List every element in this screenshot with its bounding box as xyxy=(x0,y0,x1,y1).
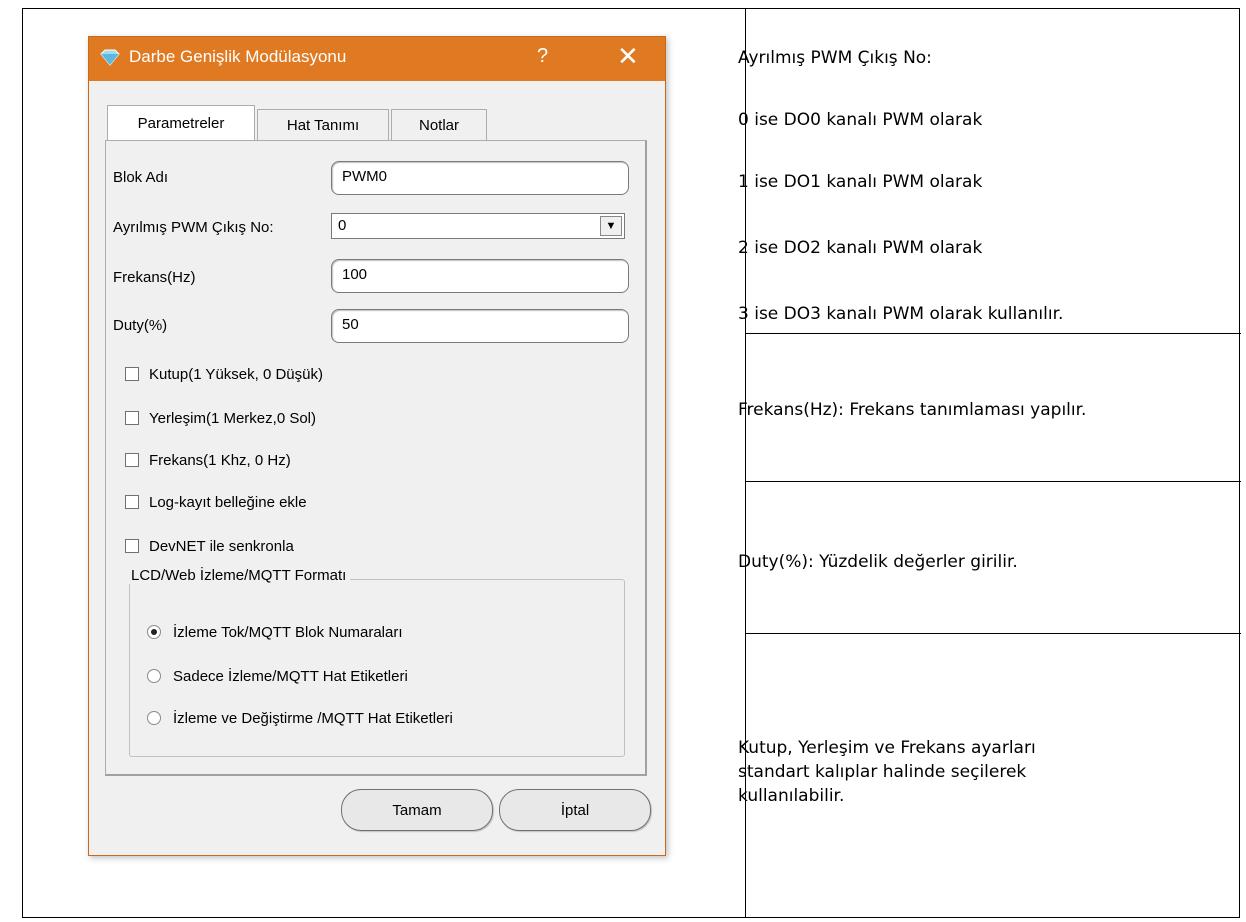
log-checkbox-row[interactable]: Log-kayıt belleğine ekle xyxy=(125,491,307,513)
help-button[interactable]: ? xyxy=(537,45,548,68)
app-icon xyxy=(99,47,121,69)
frequency-note: Frekans(Hz): Frekans tanımlaması yapılır… xyxy=(738,400,1087,420)
log-checkbox[interactable] xyxy=(125,495,139,509)
pwm-output-label: Ayrılmış PWM Çıkış No: xyxy=(113,219,274,236)
polarity-checkbox-label: Kutup(1 Yüksek, 0 Düşük) xyxy=(149,365,323,383)
table-row-divider xyxy=(745,333,1241,334)
dialog-titlebar[interactable]: Darbe Genişlik Modülasyonu ? ✕ xyxy=(89,37,665,81)
options-note-line: standart kalıplar halinde seçilerek xyxy=(738,762,1027,782)
frequency-label: Frekans(Hz) xyxy=(113,269,196,286)
duty-note: Duty(%): Yüzdelik değerler girilir. xyxy=(738,552,1018,572)
radio-button[interactable] xyxy=(147,625,161,639)
options-note-line: Kutup, Yerleşim ve Frekans ayarları xyxy=(738,738,1036,758)
devnet-checkbox-label: DevNET ile senkronla xyxy=(149,537,294,555)
alignment-checkbox-row[interactable]: Yerleşim(1 Merkez,0 Sol) xyxy=(125,407,316,429)
log-checkbox-label: Log-kayıt belleğine ekle xyxy=(149,493,307,511)
table-row-divider xyxy=(745,481,1241,482)
frequency-input[interactable]: 100 xyxy=(331,259,629,293)
alignment-checkbox-label: Yerleşim(1 Merkez,0 Sol) xyxy=(149,409,316,427)
pwm-note-line: 2 ise DO2 kanalı PWM olarak xyxy=(738,238,983,258)
block-name-label: Blok Adı xyxy=(113,169,169,186)
tab-hat-tanimi[interactable]: Hat Tanımı xyxy=(257,109,389,141)
tab-parametreler[interactable]: Parametreler xyxy=(107,105,255,141)
radio-option-label: İzleme Tok/MQTT Blok Numaraları xyxy=(173,623,403,641)
radio-option-block-numbers[interactable]: İzleme Tok/MQTT Blok Numaraları xyxy=(147,621,403,643)
radio-button[interactable] xyxy=(147,669,161,683)
block-name-input[interactable]: PWM0 xyxy=(331,161,629,195)
pwm-note-title: Ayrılmış PWM Çıkış No: xyxy=(738,48,932,68)
devnet-checkbox-row[interactable]: DevNET ile senkronla xyxy=(125,535,294,557)
radio-option-edit-labels[interactable]: İzleme ve Değiştirme /MQTT Hat Etiketler… xyxy=(147,707,453,729)
options-note-line: kullanılabilir. xyxy=(738,786,845,806)
pwm-output-value: 0 xyxy=(338,217,347,234)
radio-option-label: Sadece İzleme/MQTT Hat Etiketleri xyxy=(173,667,408,685)
monitor-format-group-title: LCD/Web İzleme/MQTT Formatı xyxy=(127,567,351,584)
radio-option-label: İzleme ve Değiştirme /MQTT Hat Etiketler… xyxy=(173,709,453,727)
table-row-divider xyxy=(745,633,1241,634)
pwm-note-line: 0 ise DO0 kanalı PWM olarak xyxy=(738,110,983,130)
frequency-unit-checkbox-row[interactable]: Frekans(1 Khz, 0 Hz) xyxy=(125,449,291,471)
pwm-note-line: 1 ise DO1 kanalı PWM olarak xyxy=(738,172,983,192)
frequency-unit-checkbox[interactable] xyxy=(125,453,139,467)
dialog-title: Darbe Genişlik Modülasyonu xyxy=(129,47,347,66)
ok-button[interactable]: Tamam xyxy=(341,789,493,831)
chevron-down-icon[interactable]: ▼ xyxy=(600,216,622,236)
pwm-dialog: Darbe Genişlik Modülasyonu ? ✕ Parametre… xyxy=(88,36,666,856)
radio-option-line-labels[interactable]: Sadece İzleme/MQTT Hat Etiketleri xyxy=(147,665,408,687)
pwm-note-line: 3 ise DO3 kanalı PWM olarak kullanılır. xyxy=(738,304,1064,324)
cancel-button[interactable]: İptal xyxy=(499,789,651,831)
radio-button[interactable] xyxy=(147,711,161,725)
duty-input[interactable]: 50 xyxy=(331,309,629,343)
polarity-checkbox[interactable] xyxy=(125,367,139,381)
devnet-checkbox[interactable] xyxy=(125,539,139,553)
close-icon[interactable]: ✕ xyxy=(617,41,639,72)
duty-label: Duty(%) xyxy=(113,317,168,334)
pwm-output-select[interactable]: 0 ▼ xyxy=(331,213,625,239)
alignment-checkbox[interactable] xyxy=(125,411,139,425)
polarity-checkbox-row[interactable]: Kutup(1 Yüksek, 0 Düşük) xyxy=(125,363,323,385)
tab-notlar[interactable]: Notlar xyxy=(391,109,487,141)
frequency-unit-checkbox-label: Frekans(1 Khz, 0 Hz) xyxy=(149,451,291,469)
